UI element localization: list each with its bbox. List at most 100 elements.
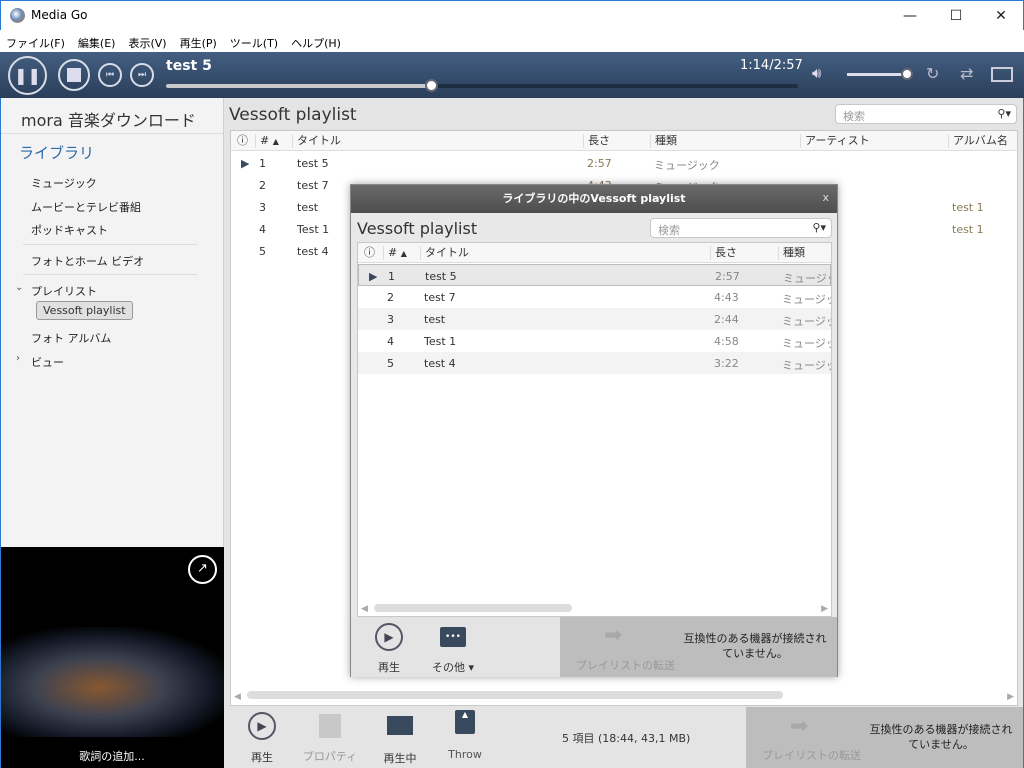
play-button[interactable]: ▶ 再生 — [242, 712, 282, 765]
now-playing-view-icon[interactable] — [991, 67, 1013, 82]
cell-n: 4 — [259, 223, 266, 236]
dialog-title-bar[interactable]: ライブラリの中のVessoft playlist x — [351, 185, 837, 213]
cell-n: 2 — [387, 291, 394, 304]
mora-link[interactable]: mora 音楽ダウンロード — [21, 107, 196, 131]
dialog-close-button[interactable]: x — [822, 191, 829, 204]
table-row[interactable]: 4 Test 1 4:58 ミュージック — [358, 330, 831, 352]
table-row[interactable]: 2 test 7 4:43 ミュージック — [358, 286, 831, 308]
col-album[interactable]: アルバム名 — [948, 134, 1008, 148]
search-icon[interactable]: ⚲▾ — [812, 221, 826, 234]
table-header: ⓘ # ▲ タイトル 長さ 種類 アーティスト アルバム名 — [231, 131, 1017, 151]
repeat-icon[interactable]: ↻ — [926, 64, 939, 83]
col-type[interactable]: 種類 — [778, 246, 805, 260]
horizontal-scrollbar[interactable] — [374, 604, 572, 612]
transfer-arrow-icon: ➡ — [604, 623, 623, 648]
seek-bar[interactable] — [166, 79, 798, 92]
table-row[interactable]: ▶ 1 test 5 2:57 ミュージック — [231, 152, 1017, 174]
col-title[interactable]: タイトル — [420, 246, 469, 260]
properties-icon — [319, 714, 341, 738]
col-length[interactable]: 長さ — [710, 246, 737, 260]
playing-icon: ▶ — [241, 157, 250, 170]
popout-icon[interactable]: ↗ — [188, 555, 217, 584]
col-number[interactable]: # ▲ — [255, 134, 279, 148]
menu-play[interactable]: 再生(P) — [180, 30, 224, 52]
sidebar-item-vessoft-playlist[interactable]: Vessoft playlist — [36, 301, 133, 320]
col-type[interactable]: 種類 — [650, 134, 677, 148]
col-length[interactable]: 長さ — [583, 134, 610, 148]
sidebar-item-movies-tv[interactable]: ムービーとテレビ番組 — [31, 199, 141, 215]
scroll-left-icon[interactable]: ◀ — [234, 692, 241, 702]
cell-len: 2:44 — [714, 313, 739, 326]
sidebar-item-playlists[interactable]: プレイリスト — [31, 283, 97, 299]
more-icon: ••• — [440, 627, 466, 647]
table-row[interactable]: 3 test 2:44 ミュージック — [358, 308, 831, 330]
divider — [23, 244, 197, 245]
sidebar: mora 音楽ダウンロード ライブラリ ミュージック ムービーとテレビ番組 ポッ… — [0, 98, 224, 547]
pause-button[interactable]: ❚❚ — [8, 56, 47, 95]
device-panel: ➡ プレイリストの転送 互換性のある機器が接続されていません。 — [746, 707, 1023, 768]
search-icon[interactable]: ⚲▾ — [997, 107, 1011, 120]
transfer-playlist-button[interactable]: プレイリストの転送 — [576, 657, 675, 673]
scroll-right-icon[interactable]: ▶ — [1007, 692, 1014, 702]
play-icon: ▶ — [248, 712, 276, 740]
transfer-playlist-button[interactable]: プレイリストの転送 — [762, 747, 861, 763]
scroll-left-icon[interactable]: ◀ — [361, 604, 368, 614]
chevron-down-icon[interactable]: ⌄ — [15, 282, 23, 293]
horizontal-scrollbar[interactable] — [247, 691, 783, 699]
bottom-toolbar: ▶ 再生 プロパティ 再生中 ▲ Throw 5 項目 (18:44, 43,1 M… — [224, 707, 746, 768]
volume-slider[interactable] — [847, 68, 913, 80]
properties-button[interactable]: プロパティ — [302, 714, 358, 764]
menu-tools[interactable]: ツール(T) — [230, 30, 285, 52]
seek-handle[interactable] — [425, 79, 439, 92]
dialog-search-input[interactable]: 検索 ⚲▾ — [650, 218, 832, 238]
search-input[interactable]: 検索 ⚲▾ — [835, 104, 1017, 124]
volume-handle[interactable] — [901, 68, 913, 80]
sort-asc-icon: ▲ — [272, 137, 279, 146]
col-title[interactable]: タイトル — [292, 134, 341, 148]
menu-help[interactable]: ヘルプ(H) — [291, 30, 348, 52]
chevron-right-icon[interactable]: › — [16, 353, 20, 364]
sidebar-item-views[interactable]: ビュー — [31, 354, 64, 370]
sort-asc-icon: ▲ — [400, 249, 407, 258]
minimize-button[interactable]: — — [887, 1, 933, 31]
volume-icon[interactable]: 🔊︎ — [812, 64, 821, 82]
sidebar-item-photos-videos[interactable]: フォトとホーム ビデオ — [31, 253, 144, 269]
col-number[interactable]: # ▲ — [383, 246, 407, 260]
now-playing-button[interactable]: 再生中 — [376, 716, 424, 766]
sidebar-item-podcasts[interactable]: ポッドキャスト — [31, 222, 108, 238]
sidebar-library[interactable]: ライブラリ — [19, 142, 94, 163]
cell-title: Test 1 — [297, 223, 330, 236]
scroll-right-icon[interactable]: ▶ — [821, 604, 828, 614]
info-icon[interactable]: ⓘ — [360, 246, 375, 260]
more-button[interactable]: ••• その他 ▾ — [429, 627, 477, 675]
dialog-device-panel: ➡ プレイリストの転送 互換性のある機器が接続されていません。 — [560, 617, 837, 677]
cell-title: Test 1 — [424, 335, 457, 348]
menu-view[interactable]: 表示(V) — [128, 30, 173, 52]
table-row[interactable]: ▶ 1 test 5 2:57 ミュージック — [358, 264, 831, 286]
dialog-title: ライブラリの中のVessoft playlist — [502, 192, 686, 205]
cell-len: 4:43 — [714, 291, 739, 304]
col-artist[interactable]: アーティスト — [800, 134, 870, 148]
dialog-play-button[interactable]: ▶ 再生 — [369, 623, 409, 675]
stop-button[interactable] — [58, 59, 90, 91]
next-button[interactable]: ⏭ — [130, 63, 154, 87]
stop-icon — [67, 68, 81, 82]
cell-n: 2 — [259, 179, 266, 192]
throw-button[interactable]: ▲ Throw — [442, 710, 488, 761]
shuffle-icon[interactable]: ⇄ — [960, 64, 973, 83]
sidebar-item-photo-albums[interactable]: フォト アルバム — [31, 330, 111, 346]
menu-file[interactable]: ファイル(F) — [6, 30, 72, 52]
dialog-toolbar: ▶ 再生 ••• その他 ▾ — [351, 617, 560, 677]
menu-edit[interactable]: 編集(E) — [78, 30, 123, 52]
playlist-dialog: ライブラリの中のVessoft playlist x Vessoft playl… — [350, 184, 838, 677]
previous-button[interactable]: ⏮ — [98, 63, 122, 87]
previous-icon: ⏮ — [105, 70, 115, 80]
maximize-button[interactable]: ☐ — [933, 1, 979, 31]
table-row[interactable]: 5 test 4 3:22 ミュージック — [358, 352, 831, 374]
sidebar-item-music[interactable]: ミュージック — [31, 175, 97, 191]
add-lyrics-link[interactable]: 歌詞の追加... — [1, 748, 223, 764]
cell-title: test 7 — [297, 179, 329, 192]
table-header: ⓘ # ▲ タイトル 長さ 種類 — [358, 243, 831, 263]
close-button[interactable]: ✕ — [978, 1, 1024, 31]
info-icon[interactable]: ⓘ — [233, 134, 248, 148]
